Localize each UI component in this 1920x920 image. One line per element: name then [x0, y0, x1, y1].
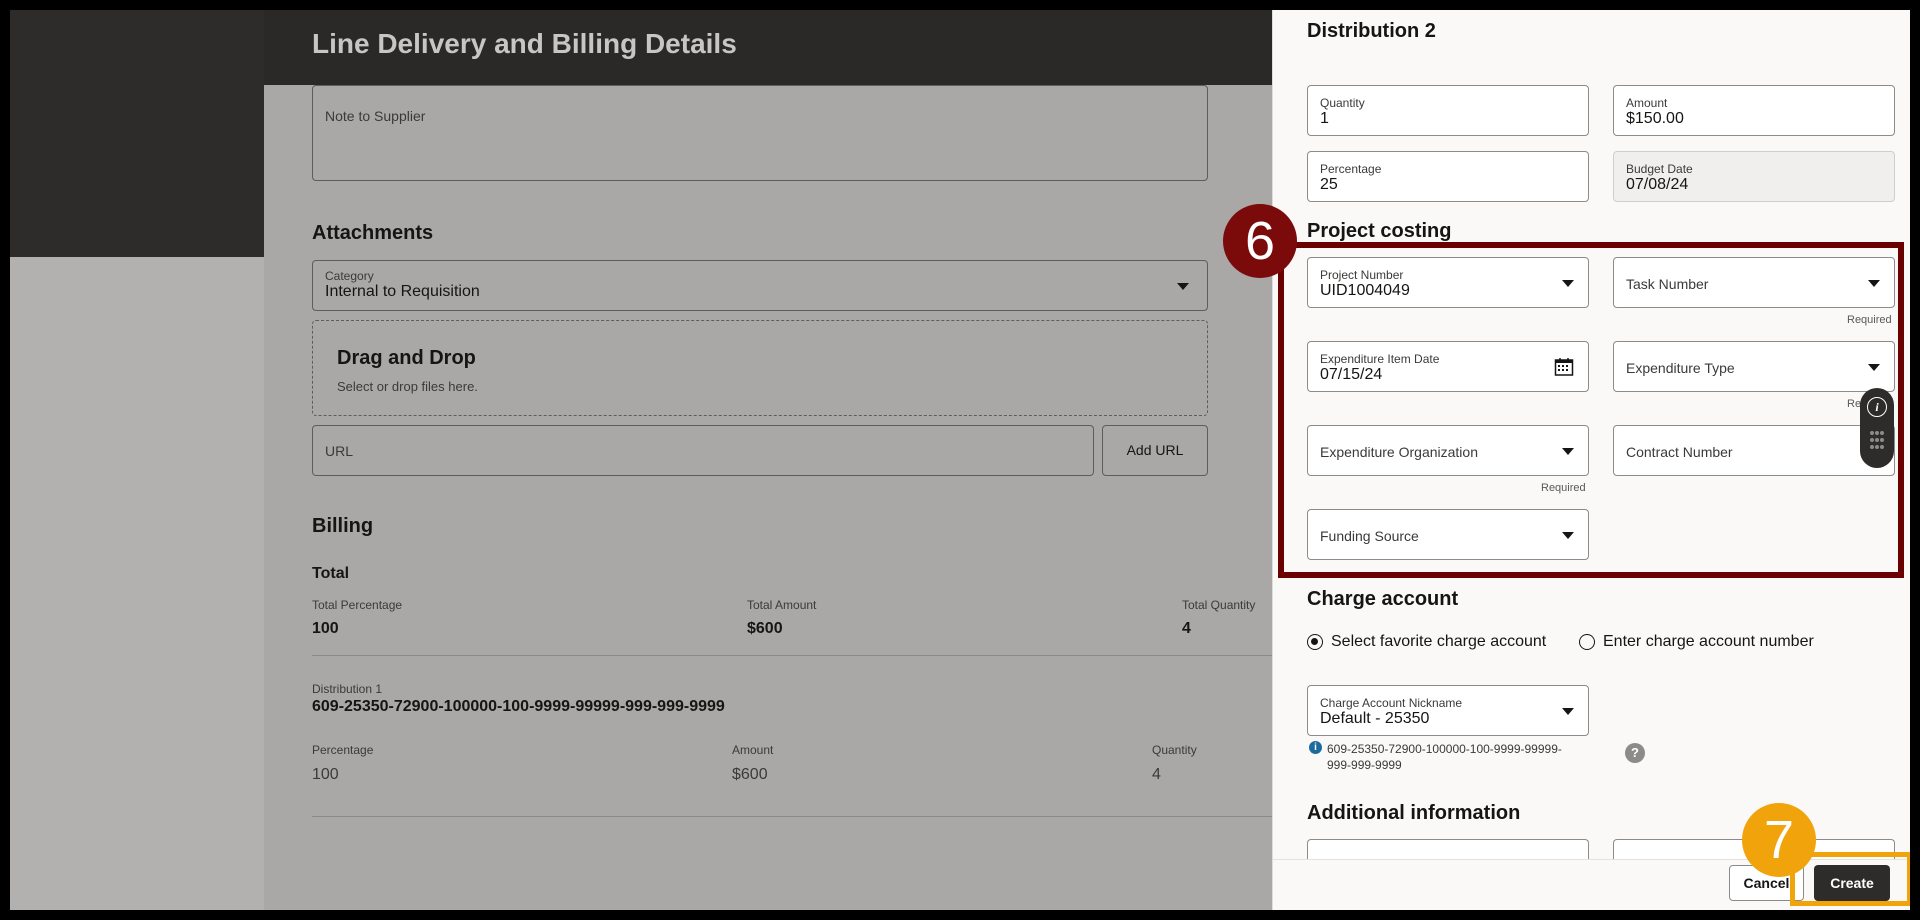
- distribution-1-amount-label: Amount: [732, 743, 774, 757]
- category-value: Internal to Requisition: [325, 283, 480, 300]
- distribution-1-quantity-label: Quantity: [1152, 743, 1197, 757]
- charge-account-line-2: 999-999-9999: [1327, 758, 1402, 772]
- info-icon: i: [1309, 741, 1322, 754]
- total-percentage-value: 100: [312, 620, 339, 637]
- step-7-marker: 7: [1742, 803, 1816, 877]
- quantity-value: 1: [1320, 110, 1329, 127]
- distribution-1-percentage-label: Percentage: [312, 743, 374, 757]
- distribution-1-percentage-value: 100: [312, 766, 339, 783]
- amount-value: $150.00: [1626, 110, 1684, 127]
- divider: [312, 655, 1272, 656]
- chevron-down-icon: [1562, 708, 1574, 715]
- additional-field-1[interactable]: [1307, 839, 1589, 859]
- charge-account-nickname-label: Charge Account Nickname: [1320, 696, 1463, 710]
- total-amount-value: $600: [747, 620, 783, 637]
- radio-selected-icon: [1307, 634, 1323, 650]
- total-quantity-value: 4: [1182, 620, 1191, 637]
- distribution-1-label: Distribution 1: [312, 682, 383, 696]
- total-percentage-label: Total Percentage: [312, 598, 403, 612]
- charge-account-line-1: 609-25350-72900-100000-100-9999-99999-: [1327, 742, 1562, 756]
- billing-heading: Billing: [312, 515, 374, 537]
- amount-field[interactable]: Amount $150.00: [1613, 85, 1895, 136]
- category-label: Category: [325, 269, 374, 283]
- url-input[interactable]: URL: [312, 425, 1094, 476]
- additional-information-heading: Additional information: [1307, 802, 1521, 824]
- add-url-label: Add URL: [1126, 442, 1184, 458]
- background-header: Line Delivery and Billing Details: [264, 10, 1284, 85]
- drawer-title: Distribution 2: [1307, 20, 1436, 42]
- percentage-label: Percentage: [1320, 162, 1382, 176]
- url-placeholder: URL: [325, 443, 354, 459]
- radio-enter-number-label: Enter charge account number: [1603, 633, 1814, 650]
- page-title: Line Delivery and Billing Details: [312, 28, 737, 59]
- charge-account-nickname-value: Default - 25350: [1320, 710, 1430, 727]
- total-amount-label: Total Amount: [747, 598, 817, 612]
- amount-label: Amount: [1626, 96, 1668, 110]
- note-to-supplier-label: Note to Supplier: [325, 108, 426, 124]
- charge-account-number: 609-25350-72900-100000-100-9999-99999- 9…: [1327, 741, 1562, 773]
- distribution-1-account: 609-25350-72900-100000-100-9999-99999-99…: [312, 698, 725, 715]
- project-costing-highlight: [1278, 242, 1904, 578]
- note-to-supplier-field[interactable]: Note to Supplier: [312, 85, 1208, 181]
- budget-date-value: 07/08/24: [1626, 176, 1689, 193]
- charge-account-nickname-select[interactable]: Charge Account Nickname Default - 25350: [1307, 685, 1589, 736]
- total-heading: Total: [312, 565, 350, 582]
- category-select[interactable]: Category Internal to Requisition: [312, 260, 1208, 311]
- percentage-field[interactable]: Percentage 25: [1307, 151, 1589, 202]
- chevron-down-icon: [1177, 283, 1189, 290]
- add-url-button[interactable]: Add URL: [1102, 425, 1208, 476]
- help-icon[interactable]: ?: [1625, 743, 1645, 763]
- radio-select-favorite[interactable]: Select favorite charge account: [1307, 633, 1546, 651]
- percentage-value: 25: [1320, 176, 1338, 193]
- radio-enter-number[interactable]: Enter charge account number: [1579, 633, 1814, 651]
- budget-date-field: Budget Date 07/08/24: [1613, 151, 1895, 202]
- distribution-1-quantity-value: 4: [1152, 766, 1161, 783]
- drag-drop-zone[interactable]: Drag and Drop Select or drop files here.: [312, 320, 1208, 416]
- divider: [312, 816, 1272, 817]
- quantity-label: Quantity: [1320, 96, 1365, 110]
- cancel-label: Cancel: [1743, 875, 1790, 891]
- budget-date-label: Budget Date: [1626, 162, 1693, 176]
- radio-unselected-icon: [1579, 634, 1595, 650]
- attachments-heading: Attachments: [312, 222, 434, 244]
- project-costing-heading: Project costing: [1307, 220, 1452, 242]
- drag-drop-title: Drag and Drop: [337, 347, 476, 369]
- radio-select-favorite-label: Select favorite charge account: [1331, 633, 1547, 650]
- screen-frame: Line Delivery and Billing Details Note t…: [10, 10, 1910, 910]
- drag-drop-hint: Select or drop files here.: [337, 379, 478, 394]
- charge-account-heading: Charge account: [1307, 588, 1459, 610]
- step-6-marker: 6: [1223, 204, 1297, 278]
- distribution-1-amount-value: $600: [732, 766, 768, 783]
- quantity-field[interactable]: Quantity 1: [1307, 85, 1589, 136]
- total-quantity-label: Total Quantity: [1182, 598, 1256, 612]
